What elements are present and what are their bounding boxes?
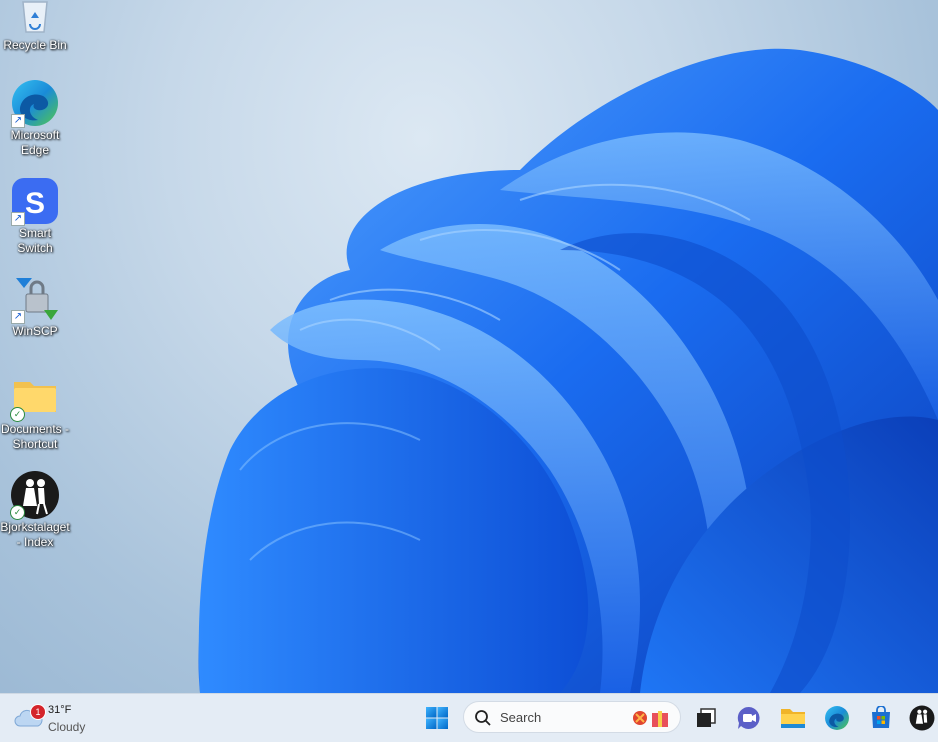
microsoft-store-button[interactable] <box>863 700 899 736</box>
shortcut-arrow-icon: ↗ <box>11 310 25 324</box>
weather-condition: Cloudy <box>48 720 86 734</box>
folder-icon: ✓ <box>10 372 60 422</box>
desktop: Recycle Bin ↗ Microsoft Edge S ↗ Smart S… <box>0 0 938 693</box>
search-box[interactable]: Search <box>463 701 681 733</box>
winscp-icon: ↗ <box>10 274 60 324</box>
icon-label: Recycle Bin <box>3 38 67 52</box>
shortcut-arrow-icon: ↗ <box>11 114 25 128</box>
dancers-icon <box>909 705 935 731</box>
smart-switch-icon: S ↗ <box>10 176 60 226</box>
task-view-button[interactable] <box>688 700 724 736</box>
notification-badge: 1 <box>30 704 46 720</box>
sync-status-icon: ✓ <box>10 505 25 520</box>
desktop-icon-bjorkstalaget[interactable]: ✓ Bjorkstalaget - Index <box>0 470 70 550</box>
icon-label: WinSCP <box>12 324 58 338</box>
sync-status-icon: ✓ <box>10 407 25 422</box>
taskbar: 1 31°F Cloudy Search <box>0 693 938 742</box>
edge-icon <box>825 706 849 730</box>
icon-label: Bjorkstalaget - Index <box>0 520 70 549</box>
windows-logo-icon <box>426 707 448 729</box>
teams-chat-button[interactable] <box>731 700 767 736</box>
icon-label: Smart Switch <box>17 226 53 255</box>
weather-widget[interactable]: 1 31°F Cloudy <box>14 700 104 736</box>
search-highlight-icon <box>633 711 668 727</box>
weather-temperature: 31°F <box>48 704 72 716</box>
desktop-icon-documents-shortcut[interactable]: ✓ Documents - Shortcut <box>0 372 70 452</box>
start-button[interactable] <box>419 700 455 736</box>
shortcut-arrow-icon: ↗ <box>11 212 25 226</box>
edge-taskbar-button[interactable] <box>819 700 855 736</box>
bjorkstalaget-taskbar-button[interactable] <box>906 700 938 736</box>
svg-text:S: S <box>25 187 45 220</box>
icon-label: Microsoft Edge <box>10 128 60 157</box>
wallpaper-bloom <box>198 48 938 693</box>
desktop-icon-winscp[interactable]: ↗ WinSCP <box>0 274 70 339</box>
search-icon <box>475 710 491 726</box>
file-explorer-icon <box>781 709 805 728</box>
recycle-bin-icon <box>10 0 60 38</box>
store-icon <box>872 706 890 728</box>
chat-icon <box>737 706 760 729</box>
edge-icon: ↗ <box>10 78 60 128</box>
dancers-icon: ✓ <box>10 470 60 520</box>
desktop-icon-edge[interactable]: ↗ Microsoft Edge <box>0 78 70 158</box>
search-placeholder: Search <box>500 710 542 725</box>
icon-label: Documents - Shortcut <box>0 422 70 451</box>
desktop-icon-smart-switch[interactable]: S ↗ Smart Switch <box>0 176 70 256</box>
task-view-icon <box>697 708 716 727</box>
desktop-icon-recycle-bin[interactable]: Recycle Bin <box>0 0 70 53</box>
file-explorer-button[interactable] <box>775 700 811 736</box>
